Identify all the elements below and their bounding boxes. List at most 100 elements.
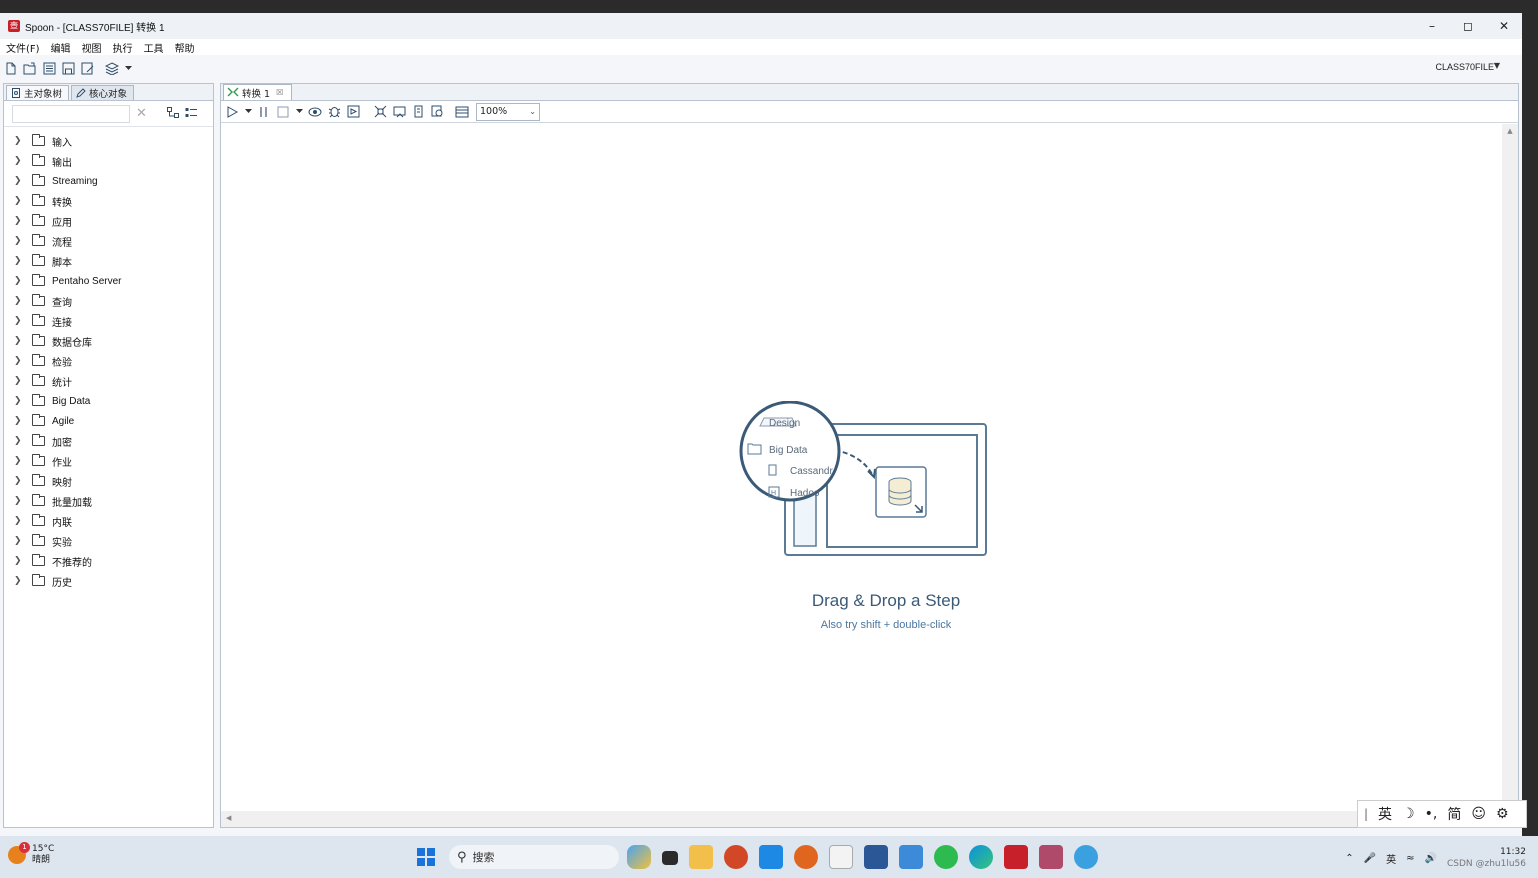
chevron-right-icon[interactable]: ❯ (14, 136, 24, 146)
powerpoint-icon[interactable] (724, 845, 748, 869)
verify-icon[interactable] (373, 105, 387, 119)
tree-item[interactable]: ❯ 内联 (4, 511, 213, 531)
ime-punctuation-icon[interactable]: •, (1425, 806, 1438, 822)
chevron-right-icon[interactable]: ❯ (14, 376, 24, 386)
tree-item[interactable]: ❯ Big Data (4, 391, 213, 411)
tab-main-tree[interactable]: 主对象树 (6, 85, 70, 100)
chevron-right-icon[interactable]: ❯ (14, 316, 24, 326)
save-as-icon[interactable] (80, 61, 94, 75)
spoon-taskbar-icon[interactable] (1004, 845, 1028, 869)
chevron-right-icon[interactable]: ❯ (14, 276, 24, 286)
chevron-right-icon[interactable]: ❯ (14, 256, 24, 266)
ime-emoji-icon[interactable]: ☺ (1471, 806, 1486, 822)
ime-handle[interactable]: | (1364, 807, 1368, 821)
tree-item[interactable]: ❯ 实验 (4, 531, 213, 551)
save-icon[interactable] (61, 61, 75, 75)
tree-item[interactable]: ❯ 脚本 (4, 251, 213, 271)
chevron-right-icon[interactable]: ❯ (14, 296, 24, 306)
start-button[interactable] (414, 845, 438, 869)
chevron-right-icon[interactable]: ❯ (14, 456, 24, 466)
taskbar-search[interactable]: ⚲ 搜索 (449, 845, 619, 869)
layers-dropdown-icon[interactable] (124, 61, 132, 75)
sql-icon[interactable] (411, 105, 425, 119)
clear-search-icon[interactable]: ✕ (136, 106, 147, 121)
stop-dropdown-icon[interactable] (295, 105, 303, 119)
horizontal-scrollbar[interactable]: ◀ (221, 811, 1518, 827)
game-app-icon[interactable] (794, 845, 818, 869)
maximize-button[interactable]: ◻ (1450, 13, 1486, 39)
tree-item[interactable]: ❯ 转换 (4, 191, 213, 211)
tree-item[interactable]: ❯ 历史 (4, 571, 213, 591)
tree-item[interactable]: ❯ 映射 (4, 471, 213, 491)
chevron-right-icon[interactable]: ❯ (14, 476, 24, 486)
chevron-right-icon[interactable]: ❯ (14, 176, 24, 186)
show-results-icon[interactable] (455, 105, 469, 119)
close-button[interactable]: ✕ (1486, 13, 1522, 39)
tree-item[interactable]: ❯ Agile (4, 411, 213, 431)
minimize-button[interactable]: – (1414, 13, 1450, 39)
microphone-icon[interactable]: 🎤 (1364, 853, 1376, 864)
tree-item[interactable]: ❯ 应用 (4, 211, 213, 231)
repository-label[interactable]: CLASS70FILE (1435, 62, 1494, 72)
explore-repository-icon[interactable] (42, 61, 56, 75)
layers-icon[interactable] (105, 61, 119, 75)
tree-item[interactable]: ❯ 不推荐的 (4, 551, 213, 571)
preview-icon[interactable] (308, 105, 322, 119)
chevron-right-icon[interactable]: ❯ (14, 216, 24, 226)
wechat-icon[interactable] (934, 845, 958, 869)
menu-tools[interactable]: 工具 (144, 40, 164, 55)
chevron-right-icon[interactable]: ❯ (14, 236, 24, 246)
tray-language[interactable]: 英 (1386, 851, 1396, 866)
scroll-left-icon[interactable]: ◀ (226, 814, 1518, 822)
browser-app-icon[interactable] (1074, 845, 1098, 869)
explore-db-icon[interactable] (430, 105, 444, 119)
task-view-icon[interactable] (662, 851, 678, 865)
chevron-right-icon[interactable]: ❯ (14, 416, 24, 426)
photos-icon[interactable] (759, 845, 783, 869)
vertical-scrollbar[interactable]: ▲ (1502, 124, 1518, 812)
transformation-canvas[interactable]: Design Big Data Cassandr H Hadoo Drag & … (221, 124, 1502, 812)
ime-simplified-toggle[interactable]: 简 (1447, 804, 1461, 824)
chevron-right-icon[interactable]: ❯ (14, 336, 24, 346)
tree-item[interactable]: ❯ 连接 (4, 311, 213, 331)
tree-item[interactable]: ❯ 查询 (4, 291, 213, 311)
menu-run[interactable]: 执行 (113, 40, 133, 55)
notepad-icon[interactable] (899, 845, 923, 869)
tree-item[interactable]: ❯ 批量加载 (4, 491, 213, 511)
ime-language-toggle[interactable]: 英 (1378, 804, 1392, 824)
tab-core-objects[interactable]: 核心对象 (71, 85, 135, 100)
tree-item[interactable]: ❯ 数据仓库 (4, 331, 213, 351)
copilot-icon[interactable] (627, 845, 651, 869)
debug-icon[interactable] (327, 105, 341, 119)
chevron-right-icon[interactable]: ❯ (14, 576, 24, 586)
replay-icon[interactable] (346, 105, 360, 119)
chevron-right-icon[interactable]: ❯ (14, 156, 24, 166)
zoom-select[interactable]: 100% ⌄ (476, 102, 540, 121)
tree-item[interactable]: ❯ 作业 (4, 451, 213, 471)
scroll-up-icon[interactable]: ▲ (1502, 127, 1518, 135)
ime-settings-icon[interactable]: ⚙ (1496, 806, 1509, 822)
volume-icon[interactable]: 🔊 (1425, 853, 1437, 864)
ime-moon-icon[interactable]: ☽ (1402, 806, 1415, 822)
chevron-up-icon[interactable]: ⌃ (1345, 853, 1353, 864)
stop-icon[interactable] (276, 105, 290, 119)
impact-icon[interactable] (392, 105, 406, 119)
clock[interactable]: 11:32 CSDN @zhu1lu56 (1447, 846, 1526, 870)
menu-file[interactable]: 文件(F) (6, 40, 40, 55)
menu-view[interactable]: 视图 (82, 40, 102, 55)
tree-item[interactable]: ❯ 统计 (4, 371, 213, 391)
chevron-right-icon[interactable]: ❯ (14, 496, 24, 506)
run-icon[interactable] (225, 105, 239, 119)
database-app-icon[interactable] (1039, 845, 1063, 869)
run-dropdown-icon[interactable] (244, 105, 252, 119)
typora-icon[interactable] (829, 845, 853, 869)
chevron-right-icon[interactable]: ❯ (14, 556, 24, 566)
step-search-input[interactable] (12, 104, 130, 123)
tree-item[interactable]: ❯ Streaming (4, 171, 213, 191)
new-file-icon[interactable] (4, 61, 18, 75)
tree-item[interactable]: ❯ Pentaho Server (4, 271, 213, 291)
collapse-all-icon[interactable] (185, 107, 197, 121)
pause-icon[interactable] (257, 105, 271, 119)
tree-item[interactable]: ❯ 输出 (4, 151, 213, 171)
tree-item[interactable]: ❯ 检验 (4, 351, 213, 371)
